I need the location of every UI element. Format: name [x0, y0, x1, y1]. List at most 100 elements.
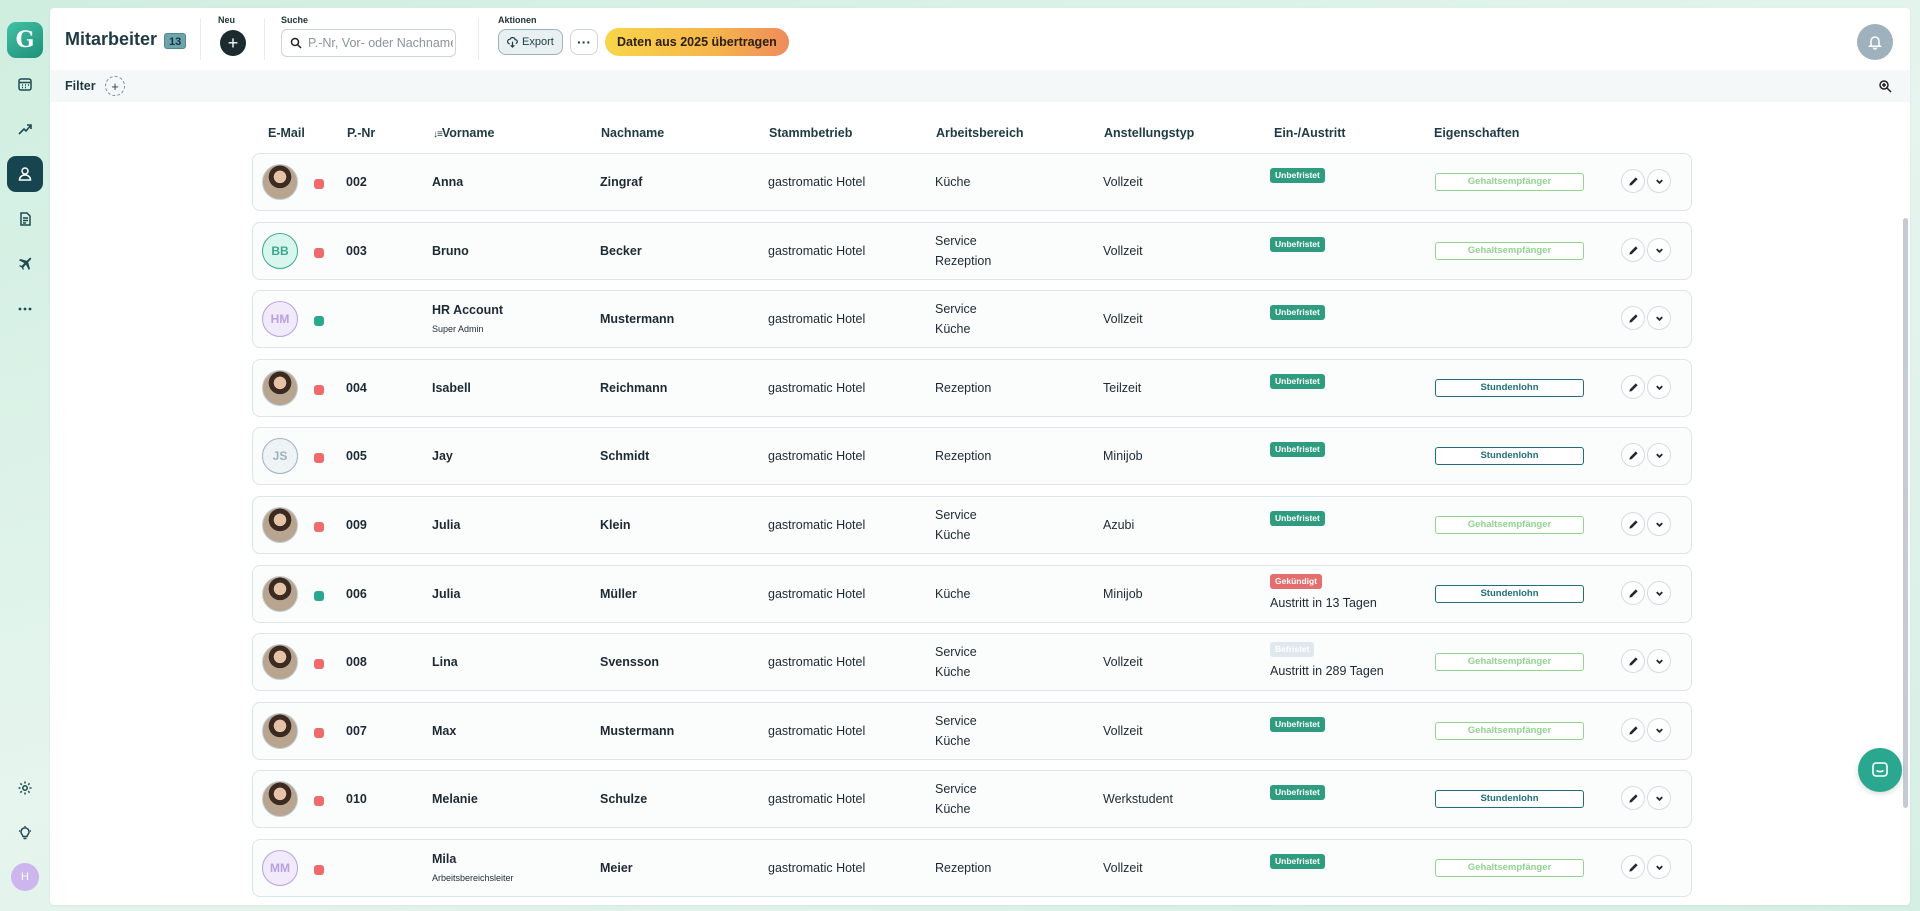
avatar[interactable]: MM: [262, 850, 298, 886]
edit-button[interactable]: [1621, 238, 1645, 262]
export-button[interactable]: Export: [498, 29, 563, 55]
contract-status-badge: Unbefristet: [1270, 305, 1325, 320]
search-icon[interactable]: [1878, 79, 1892, 93]
contract-status-badge: Unbefristet: [1270, 168, 1325, 183]
table-row[interactable]: JS 005 Jay Schmidt gastromatic Hotel Rezeptio…: [252, 427, 1692, 485]
column-header-email[interactable]: E-Mail: [268, 126, 305, 140]
contract-status-badge: Unbefristet: [1270, 374, 1325, 389]
edit-button[interactable]: [1621, 718, 1645, 742]
email-status-indicator: [314, 179, 324, 189]
transfer-data-button[interactable]: Daten aus 2025 übertragen: [605, 28, 789, 56]
sidebar-item-calendar[interactable]: [7, 66, 43, 102]
avatar[interactable]: [262, 370, 298, 406]
sidebar-item-employees[interactable]: [7, 156, 43, 192]
user-avatar[interactable]: H: [11, 863, 39, 891]
column-header-firstname[interactable]: ↓≡Vorname: [433, 126, 494, 140]
home-site: gastromatic Hotel: [768, 381, 866, 395]
edit-button[interactable]: [1621, 169, 1645, 193]
column-header-lastname[interactable]: Nachname: [601, 126, 664, 140]
scrollbar[interactable]: [1903, 218, 1908, 808]
sidebar-item-absences[interactable]: [7, 246, 43, 282]
expand-button[interactable]: [1647, 375, 1671, 399]
expand-button[interactable]: [1647, 512, 1671, 536]
avatar[interactable]: JS: [262, 438, 298, 474]
settings-button[interactable]: [7, 770, 43, 806]
sidebar-item-more[interactable]: [7, 291, 43, 327]
avatar[interactable]: [262, 507, 298, 543]
ideas-button[interactable]: [7, 815, 43, 851]
column-header-type[interactable]: Anstellungstyp: [1104, 126, 1194, 140]
search-field[interactable]: [281, 29, 456, 57]
personnel-number: 002: [346, 175, 367, 189]
edit-button[interactable]: [1621, 512, 1645, 536]
edit-button[interactable]: [1621, 375, 1645, 399]
personnel-number: 008: [346, 655, 367, 669]
avatar[interactable]: HM: [262, 301, 298, 337]
column-header-area[interactable]: Arbeitsbereich: [936, 126, 1024, 140]
notifications-button[interactable]: [1857, 24, 1893, 60]
table-row[interactable]: 010 Melanie Schulze gastromatic Hotel Servic…: [252, 770, 1692, 828]
avatar[interactable]: [262, 781, 298, 817]
expand-button[interactable]: [1647, 169, 1671, 193]
work-area: Rezeption: [935, 861, 992, 875]
edit-button[interactable]: [1621, 443, 1645, 467]
employment-type: Azubi: [1103, 518, 1135, 532]
search-label: Suche: [281, 15, 309, 25]
expand-button[interactable]: [1647, 855, 1671, 879]
table-row[interactable]: 006 Julia Müller gastromatic Hotel Küche Mini…: [252, 565, 1692, 623]
table-row[interactable]: BB 003 Bruno Becker gastromatic Hotel Service…: [252, 222, 1692, 280]
more-actions-button[interactable]: ···: [570, 29, 598, 55]
table-row[interactable]: 004 Isabell Reichmann gastromatic Hotel Reze…: [252, 359, 1692, 417]
actions-label: Aktionen: [498, 15, 537, 25]
table-row[interactable]: 009 Julia Klein gastromatic Hotel Service Küc…: [252, 496, 1692, 554]
user-initial: H: [21, 871, 29, 883]
work-area: Service: [935, 714, 977, 728]
expand-button[interactable]: [1647, 649, 1671, 673]
employment-type: Teilzeit: [1103, 381, 1142, 395]
edit-button[interactable]: [1621, 649, 1645, 673]
add-employee-button[interactable]: +: [220, 30, 246, 56]
sidebar-item-documents[interactable]: [7, 201, 43, 237]
download-icon: [507, 36, 518, 48]
expand-button[interactable]: [1647, 306, 1671, 330]
avatar[interactable]: BB: [262, 233, 298, 269]
app-logo[interactable]: G: [7, 22, 43, 58]
column-header-pnr[interactable]: P.-Nr: [347, 126, 375, 140]
column-header-firstname-label: Vorname: [441, 126, 495, 140]
avatar[interactable]: [262, 644, 298, 680]
column-header-entry-exit[interactable]: Ein-/Austritt: [1274, 126, 1346, 140]
table-row[interactable]: HM HR Account Super Admin Mustermann gastrom…: [252, 290, 1692, 348]
avatar[interactable]: [262, 713, 298, 749]
first-name: Julia: [432, 518, 461, 532]
contract-status-badge: Unbefristet: [1270, 237, 1325, 252]
sidebar-item-reports[interactable]: [7, 111, 43, 147]
home-site: gastromatic Hotel: [768, 724, 866, 738]
edit-button[interactable]: [1621, 855, 1645, 879]
expand-button[interactable]: [1647, 238, 1671, 262]
avatar-initials: JS: [272, 449, 288, 463]
divider: [264, 18, 265, 60]
column-header-properties[interactable]: Eigenschaften: [1434, 126, 1519, 140]
table-row[interactable]: MM Mila Arbeitsbereichsleiter Meier gastroma…: [252, 839, 1692, 897]
table-row[interactable]: 007 Max Mustermann gastromatic Hotel Service…: [252, 702, 1692, 760]
contract-status-badge: Unbefristet: [1270, 511, 1325, 526]
employment-type: Vollzeit: [1103, 724, 1143, 738]
chevron-down-icon: [1655, 452, 1663, 458]
expand-button[interactable]: [1647, 581, 1671, 605]
column-header-site[interactable]: Stammbetrieb: [769, 126, 852, 140]
add-filter-button[interactable]: +: [105, 76, 125, 96]
edit-button[interactable]: [1621, 786, 1645, 810]
expand-button[interactable]: [1647, 718, 1671, 742]
table-row[interactable]: 008 Lina Svensson gastromatic Hotel Service K…: [252, 633, 1692, 691]
edit-button[interactable]: [1621, 306, 1645, 330]
search-input[interactable]: [308, 36, 453, 50]
personnel-number: 004: [346, 381, 367, 395]
avatar[interactable]: [262, 576, 298, 612]
employee-count-badge: 13: [164, 33, 187, 49]
edit-button[interactable]: [1621, 581, 1645, 605]
expand-button[interactable]: [1647, 443, 1671, 467]
table-row[interactable]: 002 Anna Zingraf gastromatic Hotel Küche Voll…: [252, 153, 1692, 211]
avatar[interactable]: [262, 164, 298, 200]
expand-button[interactable]: [1647, 786, 1671, 810]
chat-button[interactable]: [1858, 748, 1902, 792]
